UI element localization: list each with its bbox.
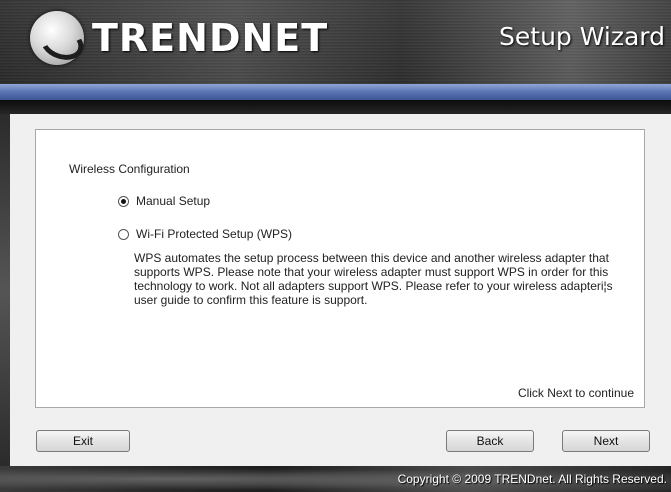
- setup-wizard-window: TRENDNET Setup Wizard Wireless Configura…: [0, 0, 671, 492]
- back-button[interactable]: Back: [446, 430, 534, 452]
- radio-wps-setup[interactable]: Wi-Fi Protected Setup (WPS): [118, 227, 292, 241]
- brand-name: TRENDNET: [92, 16, 329, 60]
- wizard-title: Setup Wizard: [499, 22, 665, 51]
- continue-hint: Click Next to continue: [517, 386, 634, 400]
- radio-button-selected[interactable]: [118, 195, 129, 207]
- header-divider: [0, 100, 671, 114]
- left-border: [0, 114, 10, 466]
- brand-logo: TRENDNET: [30, 8, 328, 68]
- radio-wps-setup-label[interactable]: Wi-Fi Protected Setup (WPS): [136, 227, 292, 241]
- header-banner: TRENDNET Setup Wizard: [0, 0, 671, 84]
- exit-button[interactable]: Exit: [36, 430, 130, 452]
- wps-description: WPS automates the setup process between …: [134, 251, 613, 307]
- options-box: Wireless Configuration Manual Setup Wi-F…: [35, 129, 645, 408]
- radio-manual-setup[interactable]: Manual Setup: [118, 194, 210, 208]
- content-panel: Wireless Configuration Manual Setup Wi-F…: [10, 114, 671, 466]
- copyright-text: Copyright © 2009 TRENDnet. All Rights Re…: [397, 472, 667, 486]
- accent-bar: [0, 84, 671, 100]
- section-title: Wireless Configuration: [69, 162, 190, 176]
- trendnet-logo-icon: [30, 11, 84, 65]
- radio-button-unselected[interactable]: [118, 228, 129, 240]
- radio-manual-setup-label[interactable]: Manual Setup: [136, 194, 210, 208]
- footer: Copyright © 2009 TRENDnet. All Rights Re…: [0, 466, 671, 492]
- next-button[interactable]: Next: [562, 430, 650, 452]
